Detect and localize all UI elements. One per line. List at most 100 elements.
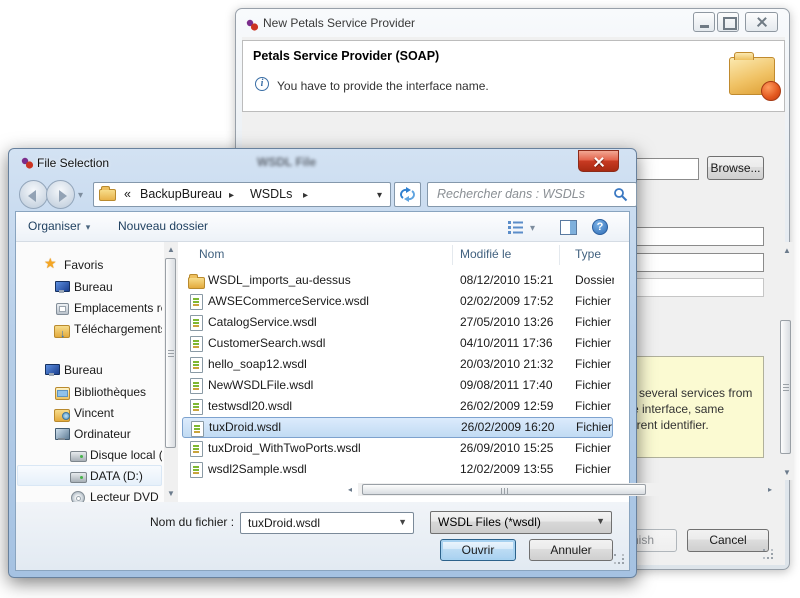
hdd-icon [70, 468, 86, 484]
scroll-right-icon[interactable]: ▸ [768, 485, 772, 495]
sidebar-item-data-d-[interactable]: DATA (D:) [16, 466, 162, 486]
scroll-left-icon[interactable]: ◂ [348, 485, 352, 495]
sidebar-item-label: Ordinateur [74, 424, 131, 444]
filetype-combobox[interactable]: WSDL Files (*wsdl) ▼ [430, 511, 612, 534]
file-modified-date: 08/12/2010 15:21 [460, 270, 553, 290]
horizontal-scrollbar[interactable] [358, 483, 762, 496]
scroll-down-icon[interactable]: ▼ [167, 489, 175, 499]
browse-button[interactable]: Browse... [707, 156, 764, 180]
breadcrumb-chevron-icon[interactable] [296, 183, 315, 207]
column-header-modified[interactable]: Modifié le [460, 247, 511, 261]
filename-label: Nom du fichier : [150, 515, 234, 529]
search-input[interactable]: Rechercher dans : WSDLs [427, 182, 637, 207]
help-icon[interactable]: ? [592, 219, 608, 235]
breadcrumb-item[interactable]: WSDLs [250, 183, 292, 206]
scroll-up-icon[interactable]: ▲ [167, 245, 175, 255]
views-dropdown-icon[interactable] [530, 220, 535, 234]
sidebar-item-biblioth-ques[interactable]: Bibliothèques [16, 382, 162, 402]
column-header-name[interactable]: Nom [199, 247, 224, 261]
libraries-icon [54, 384, 70, 400]
file-row-tuxDroid.wsdl[interactable]: tuxDroid.wsdl26/02/2009 16:20Fichier [182, 417, 613, 438]
file-row-WSDL_imports_au-dessus[interactable]: WSDL_imports_au-dessus08/12/2010 15:21Do… [182, 270, 613, 291]
file-row-hello_soap12.wsdl[interactable]: hello_soap12.wsdl20/03/2010 21:32Fichier [182, 354, 613, 375]
vertical-scrollbar-thumb[interactable] [780, 320, 791, 454]
new-folder-button[interactable]: Nouveau dossier [118, 219, 208, 233]
wsdl-file-icon [188, 440, 204, 456]
open-button[interactable]: Ouvrir [440, 539, 516, 561]
organize-menu-button[interactable]: Organiser [28, 219, 90, 233]
file-row-AWSECommerceService.wsdl[interactable]: AWSECommerceService.wsdl02/02/2009 17:52… [182, 291, 613, 312]
filetype-value[interactable]: WSDL Files (*wsdl) [438, 515, 541, 529]
breadcrumb-item[interactable]: BackupBureau [140, 183, 222, 206]
file-type: Fichier [575, 312, 614, 332]
cancel-button[interactable]: Cancel [687, 529, 769, 552]
sidebar-item-bureau[interactable]: Bureau [16, 277, 162, 297]
sidebar-item-label: Emplacements ré [74, 298, 162, 318]
file-modified-date: 12/02/2009 13:55 [460, 459, 553, 479]
scroll-down-icon[interactable]: ▼ [783, 468, 791, 478]
explorer-main: ★FavorisBureauEmplacements réTéléchargem… [16, 242, 629, 502]
sidebar-item-label: Téléchargements [74, 319, 162, 339]
scroll-up-icon[interactable]: ▲ [783, 246, 791, 256]
column-header-type[interactable]: Type [575, 247, 601, 261]
vertical-scrollbar[interactable]: ▲ ▼ [779, 242, 793, 480]
sidebar-item-vincent[interactable]: Vincent [16, 403, 162, 423]
search-icon[interactable] [613, 187, 629, 203]
file-type: Fichier [575, 396, 614, 416]
sidebar-item-label: DATA (D:) [90, 466, 143, 486]
note-line: e interface, same [632, 402, 724, 416]
refresh-button[interactable] [394, 182, 421, 207]
sidebar-item-lecteur-dvd-rw[interactable]: Lecteur DVD RW [16, 487, 162, 502]
star-icon: ★ [44, 255, 60, 271]
back-button[interactable] [19, 180, 48, 209]
recent-pages-chevron-icon[interactable] [78, 187, 83, 201]
sidebar-item-ordinateur[interactable]: Ordinateur [16, 424, 162, 444]
search-placeholder: Rechercher dans : WSDLs [437, 187, 585, 201]
preview-pane-icon[interactable] [560, 220, 577, 235]
resize-grip-icon[interactable] [614, 554, 625, 565]
sidebar-scrollbar-thumb[interactable] [165, 258, 176, 448]
hdd-icon [70, 447, 86, 463]
dialog-title: File Selection [37, 156, 109, 170]
file-modified-date: 27/05/2010 13:26 [460, 312, 553, 332]
chevron-down-icon[interactable]: ▼ [596, 516, 605, 526]
wsdl-file-icon [188, 335, 204, 351]
file-row-CatalogService.wsdl[interactable]: CatalogService.wsdl27/05/2010 13:26Fichi… [182, 312, 613, 333]
cancel-button[interactable]: Annuler [529, 539, 613, 561]
file-name: CustomerSearch.wsdl [208, 333, 325, 353]
sidebar-item-emplacements-r-[interactable]: Emplacements ré [16, 298, 162, 318]
minimize-button[interactable] [693, 12, 715, 32]
sidebar-scrollbar[interactable]: ▲ ▼ [164, 242, 178, 502]
file-modified-date: 04/10/2011 17:36 [460, 333, 553, 353]
filename-combobox[interactable]: tuxDroid.wsdl ▼ [240, 512, 414, 534]
folder-icon [99, 189, 116, 201]
sidebar-item-label: Bibliothèques [74, 382, 146, 402]
wsdl-file-icon [188, 314, 204, 330]
close-button[interactable] [745, 12, 778, 32]
breadcrumb[interactable]: « BackupBureau WSDLs [93, 182, 391, 207]
views-icon[interactable] [507, 220, 525, 235]
resize-grip-icon[interactable] [763, 549, 774, 560]
sidebar-item-t-l-chargements[interactable]: Téléchargements [16, 319, 162, 339]
forward-button[interactable] [46, 180, 75, 209]
close-button[interactable] [578, 150, 619, 172]
horizontal-scrollbar-thumb[interactable] [362, 484, 646, 495]
file-row-CustomerSearch.wsdl[interactable]: CustomerSearch.wsdl04/10/2011 17:36Fichi… [182, 333, 613, 354]
chevron-down-icon[interactable]: ▼ [398, 517, 407, 527]
sidebar-item-bureau[interactable]: Bureau [16, 360, 162, 380]
sidebar-item-label: Vincent [74, 403, 114, 423]
breadcrumb-overflow[interactable]: « [124, 183, 131, 206]
recent-places-icon [54, 300, 70, 316]
sidebar-item-favoris[interactable]: ★Favoris [16, 255, 162, 275]
file-row-NewWSDLFile.wsdl[interactable]: NewWSDLFile.wsdl09/08/2011 17:40Fichier [182, 375, 613, 396]
maximize-button[interactable] [717, 12, 739, 32]
file-row-testwsdl20.wsdl[interactable]: testwsdl20.wsdl26/02/2009 12:59Fichier [182, 396, 613, 417]
filename-value[interactable]: tuxDroid.wsdl [248, 516, 320, 530]
breadcrumb-chevron-icon[interactable] [222, 183, 241, 207]
wizard-titlebar[interactable]: New Petals Service Provider [236, 9, 789, 39]
petals-app-icon [20, 156, 36, 172]
sidebar-item-disque-local-c[interactable]: Disque local (C [16, 445, 162, 465]
file-row-tuxDroid_WithTwoPorts.wsdl[interactable]: tuxDroid_WithTwoPorts.wsdl26/09/2010 15:… [182, 438, 613, 459]
file-row-wsdl2Sample.wsdl[interactable]: wsdl2Sample.wsdl12/02/2009 13:55Fichier [182, 459, 613, 480]
breadcrumb-dropdown-icon[interactable] [377, 183, 382, 207]
